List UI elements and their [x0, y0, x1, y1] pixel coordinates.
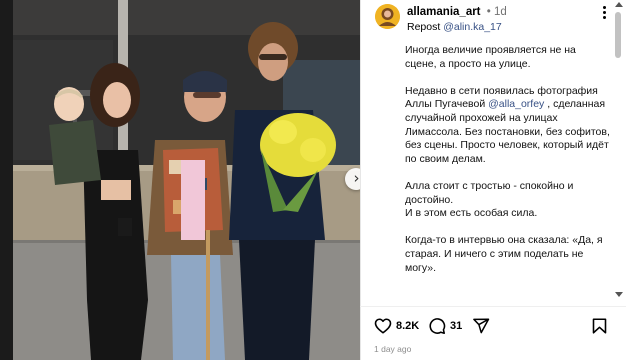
comment-button[interactable]: 31: [428, 314, 462, 338]
comment-count: 31: [450, 320, 463, 332]
caption-paragraph: Алла стоит с тростью - спокойно и достой…: [405, 179, 574, 206]
caption-scrollbar[interactable]: [611, 0, 626, 300]
save-button[interactable]: [591, 314, 608, 338]
more-options-button[interactable]: [603, 4, 607, 22]
post-time: 1d: [493, 6, 507, 18]
mention-link[interactable]: @alla_orfey: [488, 98, 544, 110]
repost-handle-link[interactable]: @alin.ka_17: [443, 21, 502, 33]
username-link[interactable]: allamania_art: [407, 6, 481, 18]
scroll-up-arrow-icon[interactable]: [615, 2, 623, 7]
caption-paragraph: Недавно в сети появилась фотография Аллы…: [405, 85, 610, 167]
more-icon-dot: [603, 11, 606, 14]
actions-divider: [360, 306, 626, 307]
avatar[interactable]: [375, 4, 400, 29]
share-button[interactable]: [472, 314, 490, 338]
bookmark-icon: [592, 318, 607, 334]
right-edge: [626, 0, 640, 360]
send-icon: [473, 318, 490, 334]
post-caption: Иногда величие проявляется не на сцене, …: [405, 44, 610, 299]
heart-icon: [374, 318, 392, 334]
caption-paragraph: Иногда величие проявляется не на сцене, …: [405, 44, 576, 70]
chevron-right-icon: ›: [353, 168, 360, 187]
post-photo[interactable]: ›: [13, 0, 360, 360]
repost-label: Repost: [407, 21, 441, 33]
avatar-image: [375, 4, 400, 29]
next-slide-button[interactable]: ›: [345, 168, 360, 190]
post-header: allamania_art • 1d Repost @alin.ka_17: [375, 4, 615, 38]
scroll-down-arrow-icon[interactable]: [615, 292, 623, 297]
caption-paragraph: И в этом есть особая сила.: [405, 207, 538, 220]
caption-paragraph: Когда-то в интервью она сказала: «Да, я …: [405, 234, 603, 274]
photo-illustration: [13, 0, 360, 360]
like-button[interactable]: 8.2K: [374, 314, 419, 338]
post-date: 1 day ago: [374, 344, 412, 354]
repost-line: Repost @alin.ka_17: [407, 21, 502, 33]
scroll-thumb[interactable]: [615, 12, 621, 58]
comment-icon: [429, 318, 446, 334]
left-edge: [0, 0, 13, 360]
like-count: 8.2K: [396, 320, 420, 332]
instagram-post: › allamania_art • 1d Repost @alin.ka_17: [0, 0, 640, 360]
more-icon-dot: [603, 6, 606, 9]
more-icon-dot: [603, 16, 606, 19]
post-actions: 8.2K 31: [360, 314, 626, 338]
username-line: allamania_art • 1d: [407, 6, 507, 18]
